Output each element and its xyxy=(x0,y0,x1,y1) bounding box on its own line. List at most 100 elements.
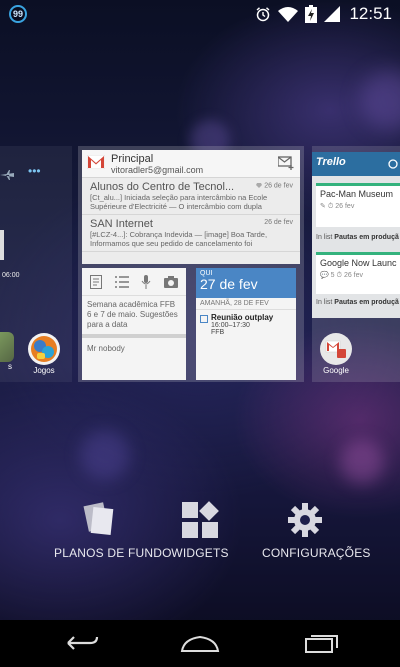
dots-icon: ••• xyxy=(28,164,41,178)
notification-badge[interactable]: 99 xyxy=(9,5,27,23)
recents-button[interactable] xyxy=(296,628,348,658)
calendar-widget[interactable]: QUI 27 de fev AMANHÃ, 28 DE FEV Reunião … xyxy=(196,268,296,380)
widgets-icon xyxy=(182,501,219,538)
bokeh-light xyxy=(360,70,400,130)
app-label: s xyxy=(8,362,12,371)
mail-snippet: [#LCZ-4...]: Cobrança Indevida — [image]… xyxy=(90,230,268,239)
edit-icon: ✎ xyxy=(320,203,326,210)
signal-icon xyxy=(324,6,341,22)
event-title: Reunião outplay xyxy=(211,313,274,322)
bokeh-light xyxy=(340,440,384,484)
clock-widget-time: 06:00 xyxy=(2,272,20,279)
app-google[interactable]: Google xyxy=(314,332,358,375)
calendar-event[interactable]: Reunião outplay 16:00–17:30 FFB xyxy=(196,310,296,339)
gmail-widget[interactable]: Principal vitoradler5@gmail.com Alunos d… xyxy=(82,150,300,264)
trello-list-name: Pautas em produçã xyxy=(334,234,399,241)
attachment-icon xyxy=(256,183,263,188)
event-location: FFB xyxy=(211,329,225,336)
airplane-icon xyxy=(0,170,14,180)
homescreen-page-center[interactable]: Principal vitoradler5@gmail.com Alunos d… xyxy=(78,146,304,382)
back-button[interactable] xyxy=(56,628,108,658)
wifi-icon xyxy=(278,7,299,22)
trello-card[interactable]: Pac-Man Museum ✎ ⏱ 26 fev xyxy=(316,183,400,227)
trello-comment-count: 5 xyxy=(330,272,335,279)
gmail-icon xyxy=(87,155,105,169)
app-label-jogos: Jogos xyxy=(33,366,55,375)
refresh-icon[interactable] xyxy=(388,159,398,169)
widgets-button[interactable]: WIDGETS xyxy=(170,500,230,560)
mail-item[interactable]: SAN Internet 26 de fev [#LCZ-4...]: Cobr… xyxy=(82,215,300,252)
calendar-date: 27 de fev xyxy=(200,276,258,292)
keep-toolbar xyxy=(82,268,186,296)
recents-icon xyxy=(305,635,338,653)
battery-icon xyxy=(305,5,318,23)
keep-widget[interactable]: Semana acadêmica FFB 6 e 7 de maio. Suge… xyxy=(82,268,186,380)
gmail-account: vitoradler5@gmail.com xyxy=(111,165,204,175)
trello-card-list: In list Pautas em produçã xyxy=(316,234,399,241)
clock-widget-digit xyxy=(0,230,4,260)
mail-snippet: Supérieure d'Electricité — O intercâmbio… xyxy=(90,202,262,211)
compose-icon[interactable] xyxy=(278,156,294,170)
clock: 12:51 xyxy=(349,4,392,23)
home-icon xyxy=(180,635,220,652)
gmail-label: Principal xyxy=(111,153,154,165)
mail-snippet: [Ct_alu...] Iniciada seleção para interc… xyxy=(90,193,268,202)
calendar-header: QUI 27 de fev xyxy=(196,268,296,298)
back-icon xyxy=(67,636,99,650)
clock-icon: ⏱ xyxy=(327,203,334,210)
trello-card-title: Google Now Launc xyxy=(320,258,397,268)
app-icon-graphic xyxy=(0,332,14,362)
homescreen-page-left[interactable]: ••• 06:00 s Jogos xyxy=(0,146,72,382)
clock-icon: ⏱ xyxy=(336,272,342,279)
trello-list-prefix: In list xyxy=(316,234,333,241)
app-label-google: Google xyxy=(323,366,349,375)
note-icon[interactable] xyxy=(90,274,103,289)
trello-widget[interactable]: Trello Pac-Man Museum ✎ ⏱ 26 fev In list… xyxy=(312,152,400,318)
trello-header: Trello xyxy=(312,152,400,176)
mail-snippet: Informamos que seu pedido de cancelament… xyxy=(90,239,253,248)
widget-fragment: ••• xyxy=(0,160,46,188)
wallpaper-icon xyxy=(83,502,114,535)
trello-card-meta: ✎ ⏱ 26 fev xyxy=(316,202,400,211)
overview-options: PLANOS DE FUNDO WIDGETS CONFIGURAÇÕES xyxy=(0,500,400,570)
list-icon[interactable] xyxy=(114,275,129,288)
trello-card[interactable]: Google Now Launc 💬 5 ⏱ 26 fev xyxy=(316,252,400,294)
status-bar: 99 12:51 xyxy=(0,0,400,28)
mail-item[interactable]: Alunos do Centro de Tecnol... 26 de fev … xyxy=(82,178,300,215)
mail-date-text: 26 de fev xyxy=(264,182,293,190)
gmail-header: Principal vitoradler5@gmail.com xyxy=(82,150,300,178)
mail-date: 26 de fev xyxy=(264,219,293,226)
microphone-icon[interactable] xyxy=(141,274,151,289)
event-time: 16:00–17:30 xyxy=(211,322,250,329)
gear-icon xyxy=(288,503,322,537)
homescreen-pages-strip: ••• 06:00 s Jogos Principal vitoradler5@… xyxy=(0,146,400,382)
trello-list-prefix: In list xyxy=(316,299,333,306)
settings-button[interactable]: CONFIGURAÇÕES xyxy=(262,500,371,560)
trello-card-date: 26 fev xyxy=(343,272,364,279)
keep-note[interactable]: Mr nobody xyxy=(82,338,186,359)
settings-label: CONFIGURAÇÕES xyxy=(262,546,371,560)
google-folder-icon xyxy=(320,333,352,365)
navigation-bar xyxy=(0,620,400,667)
wallpapers-label: PLANOS DE FUNDO xyxy=(54,546,172,560)
jogos-icon xyxy=(28,333,60,365)
comment-icon: 💬 xyxy=(320,272,329,279)
keep-note[interactable]: Semana acadêmica FFB 6 e 7 de maio. Suge… xyxy=(82,296,186,338)
bokeh-light xyxy=(80,430,130,480)
alarm-icon xyxy=(256,7,270,22)
trello-list-name: Pautas em produçã xyxy=(334,299,399,306)
trello-logo: Trello xyxy=(316,156,346,168)
app-jogos[interactable]: Jogos xyxy=(22,332,66,375)
event-checkbox xyxy=(200,315,208,323)
calendar-next-day: AMANHÃ, 28 DE FEV xyxy=(196,298,296,310)
trello-card-list: In list Pautas em produçã xyxy=(316,299,399,306)
trello-card-title: Pac-Man Museum xyxy=(320,189,394,199)
home-button[interactable] xyxy=(174,628,226,658)
camera-icon[interactable] xyxy=(163,275,178,288)
homescreen-page-right[interactable]: Trello Pac-Man Museum ✎ ⏱ 26 fev In list… xyxy=(312,146,400,382)
app-icon-partial[interactable]: s xyxy=(0,332,14,371)
wallpapers-button[interactable]: PLANOS DE FUNDO xyxy=(54,500,172,560)
widgets-label: WIDGETS xyxy=(171,546,229,560)
trello-card-meta: 💬 5 ⏱ 26 fev xyxy=(316,271,400,280)
mail-date: 26 de fev xyxy=(256,182,293,189)
